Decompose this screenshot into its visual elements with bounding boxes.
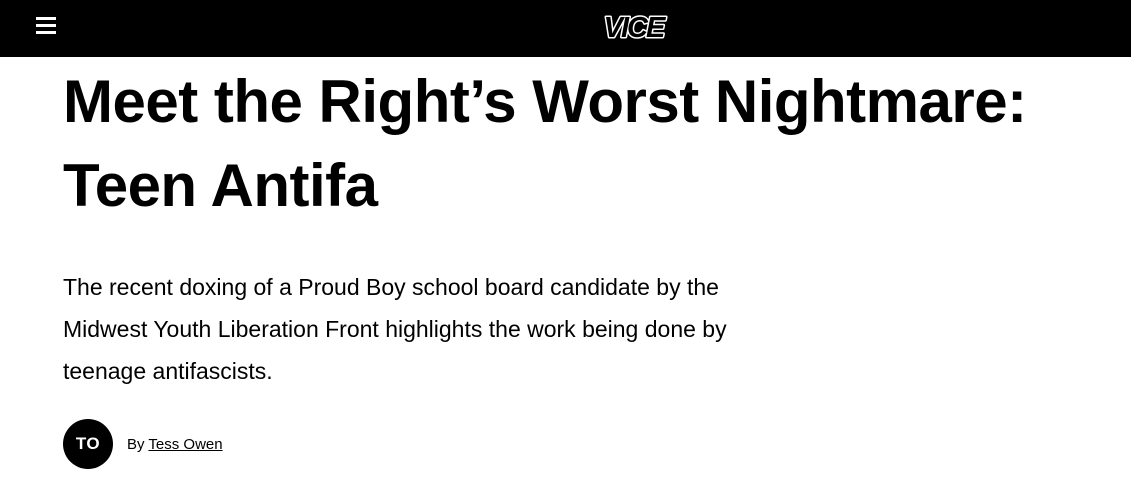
vice-logo-mark: VICE VICE <box>602 11 670 45</box>
byline: TO By Tess Owen <box>63 419 223 469</box>
article-headline: Meet the Right’s Worst Nightmare: Teen A… <box>63 60 1131 228</box>
vice-logo[interactable]: VICE VICE <box>586 10 681 45</box>
byline-text: By Tess Owen <box>127 436 223 453</box>
site-header: VICE VICE <box>0 0 1131 57</box>
dek-line-1: The recent doxing of a Proud Boy school … <box>63 274 719 300</box>
byline-prefix: By <box>127 435 149 453</box>
author-link[interactable]: Tess Owen <box>148 436 222 453</box>
headline-line-1: Meet the Right’s Worst Nightmare: <box>63 68 1027 135</box>
dek-line-3: teenage antifascists. <box>63 358 273 384</box>
vice-logo-text-inner: VICE <box>604 12 667 44</box>
dek-line-2: Midwest Youth Liberation Front highlight… <box>63 316 727 342</box>
author-avatar[interactable]: TO <box>63 419 113 469</box>
headline-line-2: Teen Antifa <box>63 152 378 219</box>
hamburger-menu-icon[interactable] <box>36 17 56 35</box>
article-dek: The recent doxing of a Proud Boy school … <box>63 266 823 392</box>
